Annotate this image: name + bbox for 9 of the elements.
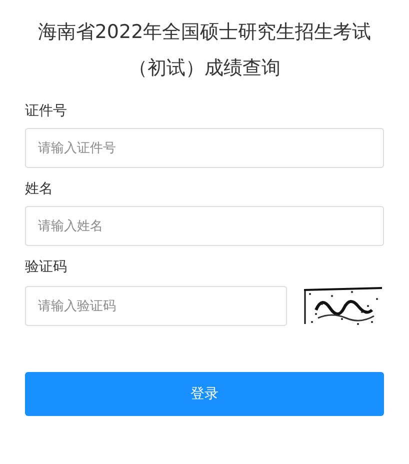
login-button[interactable]: 登录 bbox=[25, 372, 384, 416]
field-label: 证件号 bbox=[25, 102, 68, 120]
input-field[interactable]: 请输入证件号 bbox=[25, 128, 384, 168]
input-field[interactable]: 请输入姓名 bbox=[25, 206, 384, 246]
page-title: （初试）成绩查询 bbox=[128, 56, 280, 81]
page-title: 海南省2022年全国硕士研究生招生考试 bbox=[38, 20, 372, 45]
field-label: 姓名 bbox=[25, 180, 54, 198]
field-label: 验证码 bbox=[25, 258, 68, 276]
input-field[interactable]: 请输入验证码 bbox=[25, 286, 287, 326]
